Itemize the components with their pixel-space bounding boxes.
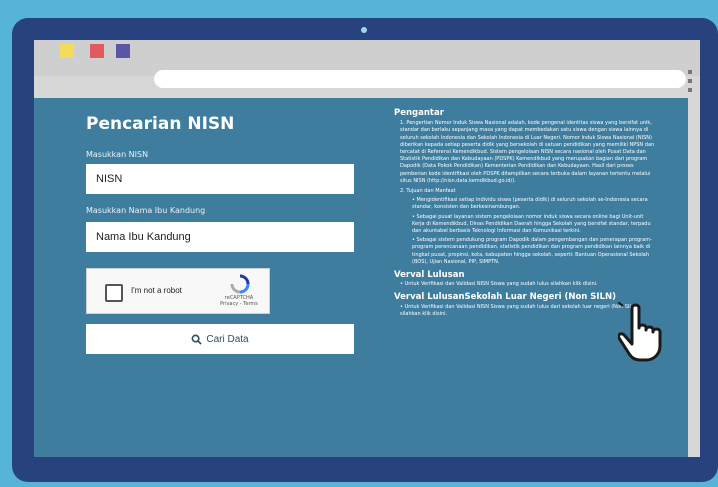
hand-pointer-icon	[618, 302, 662, 362]
kebab-menu-icon[interactable]	[688, 70, 692, 96]
page-content: Pencarian NISN Masukkan NISN NISN Masukk…	[34, 98, 688, 457]
captcha-brand: reCAPTCHA Privacy - Terms	[220, 295, 258, 307]
recaptcha-logo-icon	[230, 274, 250, 294]
info-bullet-1: • Mengidentifikasi setiap individu siswa…	[412, 197, 648, 211]
nisn-input[interactable]: NISN	[86, 164, 354, 194]
nisn-label: Masukkan NISN	[86, 150, 149, 159]
mother-name-input[interactable]: Nama Ibu Kandung	[86, 222, 354, 252]
minimize-button[interactable]	[60, 44, 74, 58]
search-button[interactable]: Cari Data	[86, 324, 354, 354]
webcam-dot	[361, 27, 367, 33]
monitor-frame: Pencarian NISN Masukkan NISN NISN Masukk…	[12, 18, 718, 482]
maximize-button[interactable]	[116, 44, 130, 58]
verval-heading: Verval Lulusan	[394, 270, 465, 281]
close-button[interactable]	[90, 44, 104, 58]
info-bullet-2: • Sebagai pusat layanan sistem pengelola…	[412, 213, 651, 235]
browser-window: Pencarian NISN Masukkan NISN NISN Masukk…	[34, 40, 700, 457]
recaptcha-widget: I'm not a robot reCAPTCHA Privacy - Term…	[86, 268, 270, 314]
info-heading: Pengantar	[394, 108, 444, 118]
siln-heading: Verval LulusanSekolah Luar Negeri (Non S…	[394, 292, 617, 303]
mother-name-label: Masukkan Nama Ibu Kandung	[86, 206, 206, 215]
search-button-label: Cari Data	[206, 333, 249, 345]
siln-link[interactable]: • Untuk Verifikasi dan Validasi NISN Sis…	[394, 304, 656, 318]
captcha-label: I'm not a robot	[131, 286, 182, 295]
info-item-2-title: 2. Tujuan dan Manfaat	[400, 188, 456, 195]
captcha-checkbox[interactable]	[105, 284, 123, 302]
info-bullet-3: • Sebagai sistem pendukung program Dapod…	[412, 237, 652, 265]
page-title: Pencarian NISN	[86, 114, 235, 134]
info-item-1: 1. Pengertian Nomor Induk Siswa Nasional…	[400, 120, 655, 184]
address-bar[interactable]	[154, 70, 686, 88]
verval-link[interactable]: • Untuk Verifikasi dan Validasi NISN Sis…	[394, 281, 656, 288]
info-panel: Pengantar 1. Pengertian Nomor Induk Sisw…	[394, 108, 656, 318]
search-icon	[191, 334, 203, 345]
